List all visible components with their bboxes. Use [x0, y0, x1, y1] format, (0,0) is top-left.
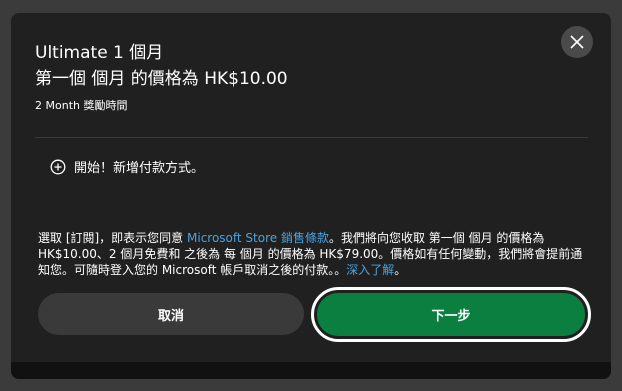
- legal-text-part3: 。: [394, 263, 407, 277]
- next-button[interactable]: 下一步: [317, 293, 585, 336]
- legal-text: 選取 [訂閱]，即表示您同意 Microsoft Store 銷售條款。我們將向…: [38, 230, 590, 278]
- learn-more-link[interactable]: 深入了解: [346, 263, 394, 277]
- add-payment-label: 開始！新增付款方式。: [74, 161, 205, 176]
- terms-of-sale-link[interactable]: Microsoft Store 銷售條款: [187, 231, 329, 245]
- add-payment-method-button[interactable]: 開始！新增付款方式。: [50, 157, 204, 176]
- dialog-title: Ultimate 1 個月: [35, 43, 164, 63]
- trial-text: 2 Month 獎勵時間: [35, 99, 128, 112]
- close-button[interactable]: [561, 26, 593, 58]
- close-icon: [570, 35, 584, 49]
- cancel-button[interactable]: 取消: [38, 293, 304, 335]
- dialog-footer-strip: [11, 362, 611, 379]
- legal-text-part1: 選取 [訂閱]，即表示您同意: [38, 231, 187, 245]
- divider: [35, 137, 588, 138]
- price-subtitle: 第一個 個月 的價格為 HK$10.00: [35, 69, 288, 89]
- plus-circle-icon: [50, 159, 66, 174]
